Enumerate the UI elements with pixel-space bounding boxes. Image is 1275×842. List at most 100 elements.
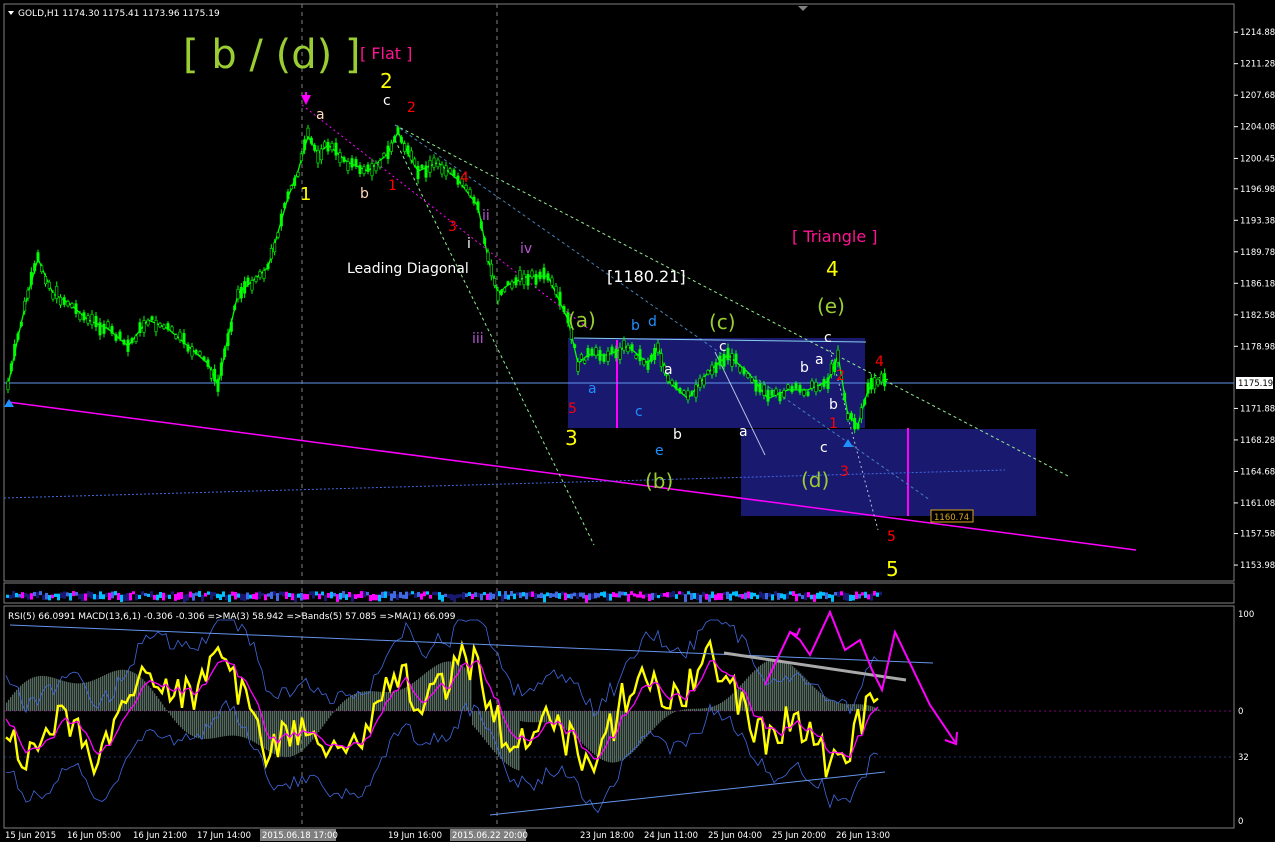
macd-bar <box>226 711 228 736</box>
strip-bar <box>561 591 564 596</box>
strip-bar <box>816 592 819 599</box>
candle-body <box>138 322 142 333</box>
macd-bar <box>166 710 168 711</box>
candle-body <box>250 280 254 291</box>
macd-bar <box>812 685 814 711</box>
macd-bar <box>70 682 72 711</box>
candle-body <box>118 331 122 339</box>
x-tick-label: 16 Jun 05:00 <box>67 831 121 841</box>
macd-bar <box>434 666 436 711</box>
strip-bar <box>255 592 258 600</box>
strip-bar <box>822 592 825 596</box>
strip-bar <box>363 591 366 598</box>
strip-bar <box>423 591 426 597</box>
macd-bar <box>800 673 802 711</box>
strip-bar <box>420 593 423 600</box>
candle-body <box>258 271 262 278</box>
macd-bar <box>340 704 342 711</box>
candle-body <box>610 346 614 354</box>
macd-bar <box>160 701 162 711</box>
strip-bar <box>210 591 213 600</box>
candle-body <box>150 316 154 321</box>
strip-bar <box>312 591 315 599</box>
strip-bar <box>624 591 627 596</box>
strip-bar <box>867 594 870 600</box>
strip-bar <box>579 592 582 597</box>
candle-body <box>409 150 413 161</box>
macd-bar <box>650 711 652 733</box>
strip-bar <box>300 592 303 601</box>
macd-bar <box>394 691 396 711</box>
wave-label: (a) <box>568 308 596 332</box>
strip-bar <box>639 591 642 598</box>
candle-body <box>766 389 770 402</box>
strip-bar <box>141 591 144 596</box>
macd-bar <box>124 669 126 711</box>
candle-body <box>219 362 223 376</box>
macd-bar <box>726 698 728 711</box>
candle-body <box>829 363 833 375</box>
strip-bar <box>777 592 780 600</box>
macd-bar <box>508 711 510 766</box>
candle-body <box>70 303 74 308</box>
candle-body <box>51 292 55 300</box>
strip-bar <box>138 594 141 600</box>
candle-body <box>806 391 810 396</box>
macd-bar <box>168 711 170 713</box>
wave-label: (c) <box>709 310 736 334</box>
macd-bar <box>776 659 778 711</box>
macd-bar <box>586 711 588 748</box>
strip-bar <box>717 593 720 600</box>
strip-bar <box>669 592 672 598</box>
x-tick-label: 26 Jun 13:00 <box>836 831 890 841</box>
macd-bar <box>446 661 448 711</box>
macd-bar <box>400 689 402 711</box>
macd-bar <box>720 702 722 711</box>
strip-bar <box>750 592 753 600</box>
macd-bar <box>220 711 222 737</box>
macd-bar <box>702 708 704 711</box>
strip-bar <box>249 594 252 599</box>
strip-bar <box>651 592 654 600</box>
macd-bar <box>346 698 348 711</box>
candle-body <box>518 270 522 282</box>
candle-body <box>722 354 726 367</box>
candle-body <box>710 364 714 376</box>
macd-bar <box>338 706 340 711</box>
macd-bar <box>810 683 812 711</box>
candle-body <box>730 353 734 367</box>
macd-bar <box>596 711 598 757</box>
candle-body <box>309 137 313 144</box>
sub-wave-mark: 2 <box>836 368 845 384</box>
strip-bar <box>522 592 525 597</box>
candle-body <box>550 277 554 286</box>
candle-body <box>762 384 766 396</box>
macd-bar <box>74 683 76 711</box>
strip-bar <box>492 593 495 599</box>
macd-bar <box>456 662 458 711</box>
macd-bar <box>14 692 16 711</box>
candle-body <box>714 362 718 374</box>
strip-bar <box>858 594 861 599</box>
candle-body <box>110 326 114 334</box>
macd-bar <box>6 702 8 711</box>
strip-bar <box>849 594 852 601</box>
macd-bar <box>420 676 422 711</box>
macd-bar <box>234 711 236 736</box>
strip-bar <box>828 594 831 598</box>
wave-label: 5 <box>886 557 899 581</box>
strip-bar <box>645 593 648 598</box>
strip-bar <box>723 592 726 596</box>
macd-bar <box>764 662 766 711</box>
candle-body <box>846 413 850 420</box>
strip-bar <box>687 591 690 595</box>
strip-bar <box>720 593 723 600</box>
y-tick-label: 1168.28 <box>1240 436 1275 446</box>
macd-bar <box>50 677 52 711</box>
chart-shift-icon[interactable] <box>798 6 808 11</box>
candle-body <box>47 281 51 289</box>
dropdown-icon[interactable] <box>8 11 14 15</box>
candle-body <box>634 354 638 359</box>
macd-bar <box>748 676 750 711</box>
strip-bar <box>633 593 636 597</box>
